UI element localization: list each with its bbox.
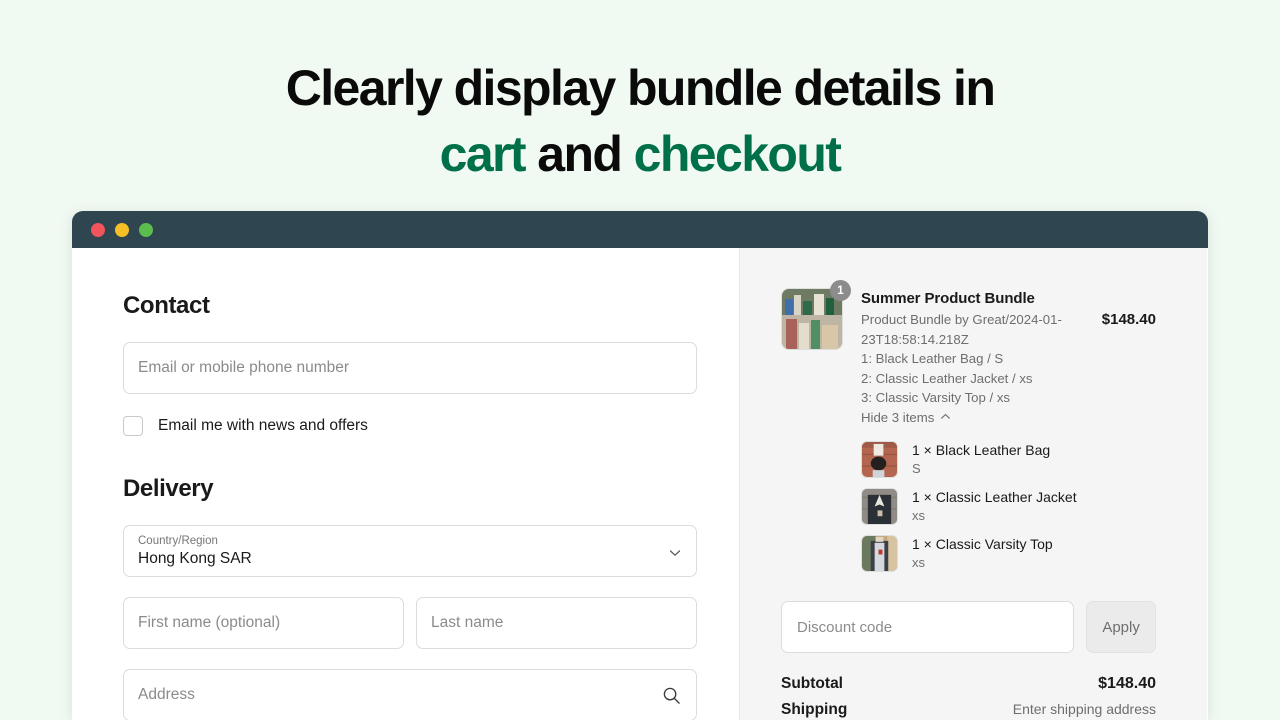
- bundle-content-3: 3: Classic Varsity Top / xs: [861, 390, 1011, 406]
- item-title: 1 × Classic Leather Jacket: [912, 488, 1077, 505]
- bundle-line-item: 1 Summer Product Bundle Product Bundle b…: [781, 280, 1156, 427]
- search-icon[interactable]: [662, 686, 681, 705]
- shipping-label: Shipping: [781, 701, 848, 719]
- last-name-placeholder: Last name: [431, 614, 504, 631]
- first-name-placeholder: First name (optional): [138, 614, 281, 631]
- delivery-section-title: Delivery: [123, 475, 214, 502]
- last-name-field[interactable]: Last name: [416, 597, 697, 649]
- discount-code-input[interactable]: Discount code: [781, 601, 1075, 654]
- item-thumbnail-bag: [861, 441, 898, 479]
- maximize-window-dot[interactable]: [139, 222, 153, 237]
- apply-discount-button[interactable]: Apply: [1086, 601, 1156, 654]
- newsletter-checkbox[interactable]: [123, 416, 143, 436]
- item-thumbnail-varsity: [861, 534, 898, 572]
- name-fields-row: First name (optional) Last name: [123, 597, 739, 649]
- hide-items-label: Hide 3 items: [861, 409, 935, 425]
- browser-title-bar: [72, 211, 1208, 248]
- bundle-quantity-badge: 1: [830, 280, 851, 301]
- subtotal-row: Subtotal $148.40: [781, 675, 1156, 693]
- item-title: 1 × Black Leather Bag: [912, 442, 1051, 459]
- bundle-subtitle: Product Bundle by Great/2024-01-23T18:58…: [861, 312, 1062, 347]
- headline-accent-checkout: checkout: [633, 126, 842, 182]
- order-summary-column: 1 Summer Product Bundle Product Bundle b…: [740, 248, 1207, 720]
- subtotal-label: Subtotal: [781, 675, 843, 693]
- first-name-field[interactable]: First name (optional): [123, 597, 404, 649]
- list-item: 1 × Black Leather Bag S: [861, 441, 1156, 479]
- close-window-dot[interactable]: [91, 222, 105, 237]
- email-field[interactable]: Email or mobile phone number: [123, 342, 697, 394]
- discount-code-placeholder: Discount code: [797, 618, 893, 636]
- subtotal-value: $148.40: [1098, 675, 1156, 693]
- item-title: 1 × Classic Varsity Top: [912, 535, 1053, 552]
- browser-window: Contact Email or mobile phone number Ema…: [72, 211, 1208, 720]
- newsletter-row[interactable]: Email me with news and offers: [123, 416, 739, 436]
- bundle-content-2: 2: Classic Leather Jacket / xs: [861, 370, 1033, 386]
- chevron-up-icon: [940, 408, 951, 428]
- chevron-down-icon: [669, 547, 681, 558]
- address-field[interactable]: Address: [123, 669, 697, 720]
- bundle-details: Summer Product Bundle Product Bundle by …: [843, 288, 1102, 427]
- item-text-bag: 1 × Black Leather Bag S: [898, 441, 1050, 479]
- bundle-price: $148.40: [1101, 311, 1156, 328]
- email-field-placeholder: Email or mobile phone number: [138, 359, 350, 376]
- list-item: 1 × Classic Varsity Top xs: [861, 534, 1156, 573]
- minimize-window-dot[interactable]: [115, 222, 129, 237]
- item-text-jacket: 1 × Classic Leather Jacket xs: [898, 488, 1077, 526]
- discount-row: Discount code Apply: [781, 601, 1156, 654]
- headline-line-1: Clearly display bundle details in: [285, 60, 996, 116]
- bundle-title: Summer Product Bundle: [861, 290, 1035, 307]
- item-text-varsity: 1 × Classic Varsity Top xs: [898, 535, 1053, 573]
- country-region-label: Country/Region: [138, 535, 218, 547]
- apply-button-label: Apply: [1102, 618, 1140, 636]
- list-item: 1 × Classic Leather Jacket xs: [861, 487, 1156, 526]
- bundle-thumbnail-wrap: 1: [781, 280, 851, 350]
- headline-accent-cart: cart: [439, 126, 527, 182]
- headline-line-2: cart and checkout: [0, 121, 1280, 187]
- item-variant: xs: [912, 554, 925, 570]
- shipping-value: Enter shipping address: [1012, 701, 1156, 718]
- headline-conjunction: and: [524, 126, 634, 182]
- country-region-value: Hong Kong SAR: [138, 550, 252, 568]
- item-variant: S: [912, 461, 921, 477]
- checkout-form-column: Contact Email or mobile phone number Ema…: [72, 248, 740, 720]
- address-placeholder: Address: [138, 686, 195, 703]
- bundle-content-1: 1: Black Leather Bag / S: [861, 351, 1004, 367]
- page-headline: Clearly display bundle details in cart a…: [0, 0, 1280, 187]
- hide-items-toggle[interactable]: Hide 3 items: [861, 408, 951, 428]
- item-variant: xs: [912, 507, 925, 523]
- newsletter-label: Email me with news and offers: [158, 417, 368, 434]
- item-thumbnail-jacket: [861, 487, 898, 525]
- country-region-select[interactable]: Country/Region Hong Kong SAR: [123, 525, 697, 577]
- bundle-sub-items-list: 1 × Black Leather Bag S 1 × Classic Leat…: [781, 441, 1156, 572]
- contact-section-title: Contact: [123, 292, 210, 319]
- shipping-row: Shipping Enter shipping address: [781, 701, 1156, 719]
- checkout-page: Contact Email or mobile phone number Ema…: [72, 248, 1208, 720]
